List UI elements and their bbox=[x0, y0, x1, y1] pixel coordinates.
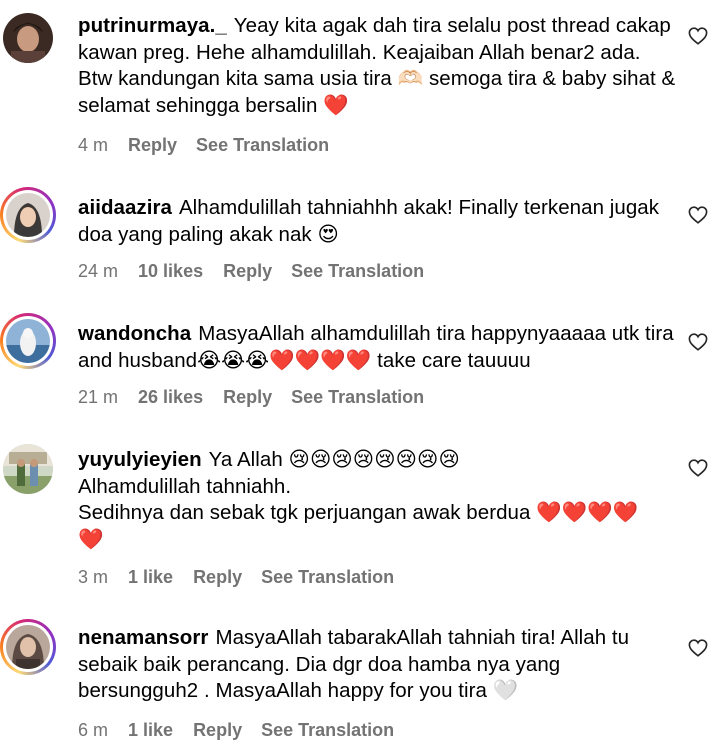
comment-meta: 24 m 10 likes Reply See Translation bbox=[78, 259, 424, 283]
like-button[interactable] bbox=[688, 639, 708, 657]
comment-meta: 4 m Reply See Translation bbox=[78, 133, 329, 157]
comment-meta: 6 m 1 like Reply See Translation bbox=[78, 718, 394, 742]
reply-button[interactable]: Reply bbox=[193, 565, 242, 589]
heart-outline-icon bbox=[688, 206, 708, 224]
user-avatar-image bbox=[3, 444, 53, 494]
comment-body-line: ❤️ bbox=[78, 527, 104, 551]
heart-outline-icon bbox=[688, 639, 708, 657]
user-avatar-image bbox=[6, 319, 50, 363]
avatar[interactable] bbox=[0, 619, 56, 675]
comment-body-line: Alhamdulillah tahniahh. bbox=[78, 474, 292, 498]
reply-button[interactable]: Reply bbox=[223, 259, 272, 283]
avatar[interactable] bbox=[0, 10, 56, 66]
comment-time: 24 m bbox=[78, 261, 119, 281]
comment-time: 6 m bbox=[78, 720, 109, 740]
comment-username[interactable]: wandoncha bbox=[78, 322, 191, 345]
comment-meta: 3 m 1 like Reply See Translation bbox=[78, 565, 394, 589]
comment-time: 4 m bbox=[78, 135, 109, 155]
reply-button[interactable]: Reply bbox=[128, 133, 177, 157]
comment-body: Ya Allah 😢😢😢😢😢😢😢😢 bbox=[208, 448, 460, 471]
comment-text: aiidaazira Alhamdulillah tahniahhh akak! … bbox=[78, 195, 678, 248]
user-avatar-image bbox=[6, 625, 50, 669]
comment-username[interactable]: putrinurmaya._ bbox=[78, 14, 227, 37]
user-avatar-image bbox=[3, 13, 53, 63]
comment-username[interactable]: nenamansorr bbox=[78, 626, 208, 649]
see-translation-button[interactable]: See Translation bbox=[196, 133, 329, 157]
user-avatar-image bbox=[6, 193, 50, 237]
comment-text: wandoncha MasyaAllah alhamdulillah tira h… bbox=[78, 321, 678, 374]
like-button[interactable] bbox=[688, 206, 708, 224]
comment-username[interactable]: aiidaazira bbox=[78, 196, 172, 219]
like-button[interactable] bbox=[688, 27, 708, 45]
see-translation-button[interactable]: See Translation bbox=[291, 385, 424, 409]
comment-username[interactable]: yuyulyieyien bbox=[78, 448, 202, 471]
see-translation-button[interactable]: See Translation bbox=[261, 565, 394, 589]
like-button[interactable] bbox=[688, 333, 708, 351]
comment-text: yuyulyieyien Ya Allah 😢😢😢😢😢😢😢😢 Alhamdulil… bbox=[78, 447, 678, 553]
comment-body-line: Sedihnya dan sebak tgk perjuangan awak b… bbox=[78, 501, 639, 524]
avatar[interactable] bbox=[0, 187, 56, 243]
see-translation-button[interactable]: See Translation bbox=[291, 259, 424, 283]
like-count[interactable]: 10 likes bbox=[138, 259, 203, 283]
like-button[interactable] bbox=[688, 459, 708, 477]
comment-time: 3 m bbox=[78, 567, 109, 587]
heart-outline-icon bbox=[688, 27, 708, 45]
avatar[interactable] bbox=[0, 313, 56, 369]
like-count[interactable]: 1 like bbox=[128, 718, 173, 742]
comment-text: putrinurmaya._ Yeay kita agak dah tira se… bbox=[78, 13, 678, 119]
comment-meta: 21 m 26 likes Reply See Translation bbox=[78, 385, 424, 409]
like-count[interactable]: 1 like bbox=[128, 565, 173, 589]
like-count[interactable]: 26 likes bbox=[138, 385, 203, 409]
heart-outline-icon bbox=[688, 333, 708, 351]
reply-button[interactable]: Reply bbox=[193, 718, 242, 742]
avatar[interactable] bbox=[0, 441, 56, 497]
reply-button[interactable]: Reply bbox=[223, 385, 272, 409]
comment-text: nenamansorr MasyaAllah tabarakAllah tahni… bbox=[78, 625, 678, 705]
heart-outline-icon bbox=[688, 459, 708, 477]
comment-time: 21 m bbox=[78, 387, 119, 407]
see-translation-button[interactable]: See Translation bbox=[261, 718, 394, 742]
